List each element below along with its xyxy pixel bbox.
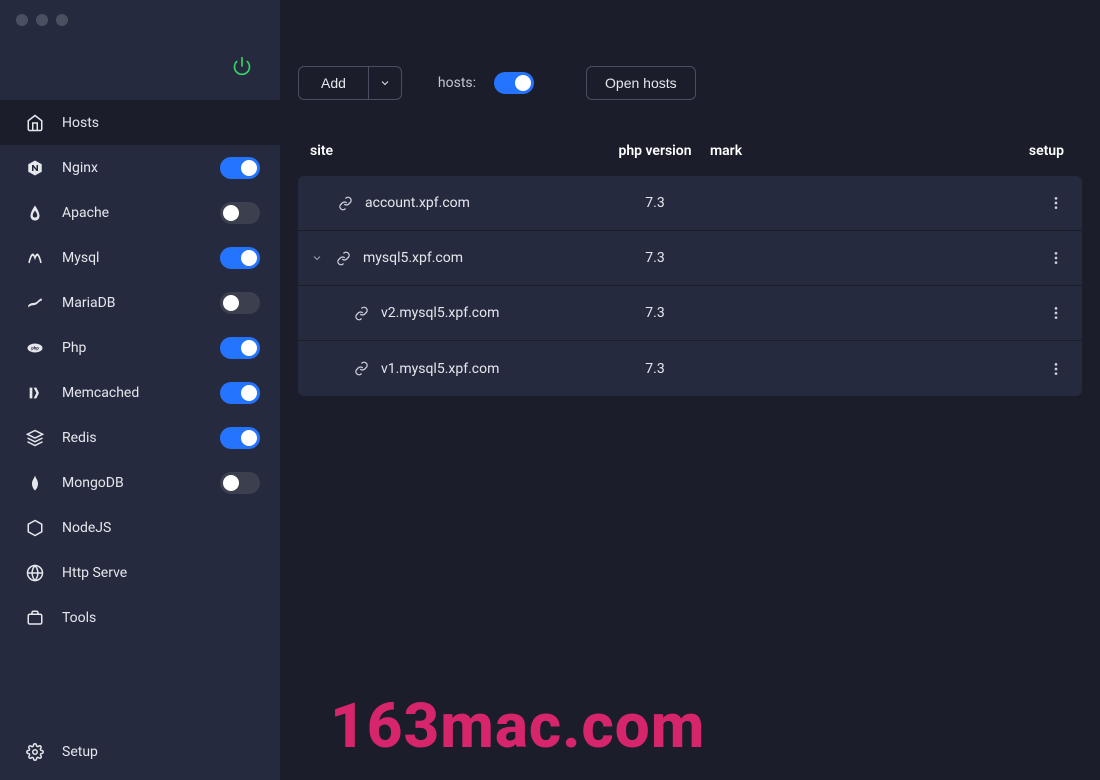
gear-icon [26,743,44,761]
table-row[interactable]: mysql5.xpf.com 7.3 [298,231,1082,286]
sidebar-item-label: Http Serve [62,565,260,581]
mariadb-toggle[interactable] [220,292,260,314]
more-icon[interactable] [1010,195,1070,211]
redis-toggle[interactable] [220,427,260,449]
add-dropdown-button[interactable] [368,67,401,99]
more-icon[interactable] [1010,250,1070,266]
hosts-toggle[interactable] [494,72,534,94]
mysql-icon [26,249,44,267]
sidebar-item-hosts[interactable]: Hosts [0,100,280,145]
sidebar-item-httpserve[interactable]: Http Serve [0,550,280,595]
php-toggle[interactable] [220,337,260,359]
redis-icon [26,429,44,447]
sidebar-item-redis[interactable]: Redis [0,415,280,460]
table-header: site php version mark setup [298,126,1082,176]
link-icon[interactable] [354,361,369,376]
httpserve-icon [26,564,44,582]
apache-icon [26,204,44,222]
sidebar-item-label: Hosts [62,115,260,131]
header-mark: mark [710,143,1010,159]
sidebar-item-nodejs[interactable]: NodeJS [0,505,280,550]
chevron-down-icon[interactable] [310,252,324,264]
memcached-toggle[interactable] [220,382,260,404]
sidebar-item-label: Apache [62,205,202,221]
sidebar-item-label: Setup [62,744,260,760]
hosts-label: hosts: [438,75,476,91]
php-version: 7.3 [600,195,710,211]
header-php: php version [600,143,710,159]
sidebar-item-label: Nginx [62,160,202,176]
sidebar-item-tools[interactable]: Tools [0,595,280,640]
sidebar-item-nginx[interactable]: Nginx [0,145,280,190]
sidebar-item-label: Php [62,340,202,356]
header-site: site [310,143,600,159]
sidebar-item-mysql[interactable]: Mysql [0,235,280,280]
link-icon[interactable] [338,196,353,211]
table-row[interactable]: v2.mysql5.xpf.com 7.3 [298,286,1082,341]
mysql-toggle[interactable] [220,247,260,269]
mongodb-icon [26,474,44,492]
header-setup: setup [1010,143,1070,159]
site-name: mysql5.xpf.com [363,250,463,266]
link-icon[interactable] [354,306,369,321]
sidebar-item-setup[interactable]: Setup [0,729,280,774]
site-name: account.xpf.com [365,195,470,211]
window-minimize-dot[interactable] [36,14,48,26]
mariadb-icon [26,294,44,312]
sidebar-item-label: Mysql [62,250,202,266]
sidebar-item-label: Memcached [62,385,202,401]
sidebar-item-apache[interactable]: Apache [0,190,280,235]
php-version: 7.3 [600,250,710,266]
mongodb-toggle[interactable] [220,472,260,494]
sidebar-item-memcached[interactable]: Memcached [0,370,280,415]
site-name: v1.mysql5.xpf.com [381,361,499,377]
sidebar-item-mongodb[interactable]: MongoDB [0,460,280,505]
main-content: Add hosts: Open hosts site php version m… [280,40,1100,780]
nginx-icon [26,159,44,177]
more-icon[interactable] [1010,361,1070,377]
sidebar-item-label: MariaDB [62,295,202,311]
sidebar-item-label: Tools [62,610,260,626]
hosts-icon [26,114,44,132]
sidebar-item-php[interactable]: php Php [0,325,280,370]
sidebar-item-label: NodeJS [62,520,260,536]
link-icon[interactable] [336,251,351,266]
svg-text:php: php [31,345,39,351]
window-close-dot[interactable] [16,14,28,26]
window-zoom-dot[interactable] [56,14,68,26]
open-hosts-button[interactable]: Open hosts [586,66,696,100]
add-button[interactable]: Add [299,67,368,99]
window-titlebar [0,0,280,40]
sidebar-nav: Hosts Nginx Apache Mysql MariaDB php Php Memcac… [0,100,280,640]
php-version: 7.3 [600,361,710,377]
sidebar-item-label: MongoDB [62,475,202,491]
sidebar-item-mariadb[interactable]: MariaDB [0,280,280,325]
apache-toggle[interactable] [220,202,260,224]
sidebar: Hosts Nginx Apache Mysql MariaDB php Php Memcac… [0,40,280,780]
hosts-table: site php version mark setup account.xpf.… [298,126,1082,396]
nginx-toggle[interactable] [220,157,260,179]
tools-icon [26,609,44,627]
power-icon[interactable] [232,56,252,76]
more-icon[interactable] [1010,305,1070,321]
site-name: v2.mysql5.xpf.com [381,305,499,321]
sidebar-item-label: Redis [62,430,202,446]
add-button-group: Add [298,66,402,100]
table-row[interactable]: v1.mysql5.xpf.com 7.3 [298,341,1082,396]
table-row[interactable]: account.xpf.com 7.3 [298,176,1082,231]
toolbar: Add hosts: Open hosts [298,40,1082,110]
memcached-icon [26,384,44,402]
chevron-down-icon [379,77,391,89]
nodejs-icon [26,519,44,537]
php-version: 7.3 [600,305,710,321]
php-icon: php [26,339,44,357]
